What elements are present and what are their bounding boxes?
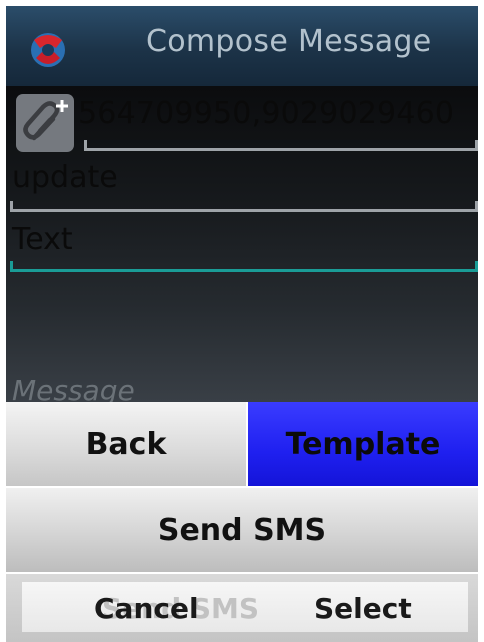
- select-softkey[interactable]: Select: [314, 592, 412, 625]
- compose-area: 564709950,9029029460 update Text Message: [6, 86, 478, 407]
- subject-field[interactable]: update: [12, 160, 118, 195]
- template-option[interactable]: Template: [248, 402, 478, 486]
- paperclip-add-icon: [23, 100, 68, 141]
- recipients-field[interactable]: 564709950,9029029460: [78, 96, 454, 131]
- cancel-softkey[interactable]: Cancel: [94, 592, 199, 625]
- recipients-underline: [84, 140, 478, 151]
- title-bar: Compose Message: [6, 6, 478, 86]
- phone-screen: Compose Message 564709950,9029029460 upd…: [0, 0, 484, 642]
- text-field-underline-focused: [10, 261, 478, 272]
- send-sms-option-label: Send SMS: [157, 512, 327, 548]
- attach-button[interactable]: [16, 94, 74, 152]
- softkey-bar-area: Send SMS Cancel Select: [6, 574, 478, 642]
- template-option-label: Template: [285, 426, 441, 462]
- softkey-bar: Send SMS Cancel Select: [22, 582, 468, 632]
- back-option[interactable]: Back: [6, 402, 246, 486]
- app-logo-icon: [31, 33, 65, 67]
- page-title: Compose Message: [146, 24, 432, 59]
- back-option-label: Back: [85, 426, 167, 462]
- subject-underline: [10, 201, 478, 212]
- options-menu: Back Template Send SMS Send SMS Cancel S…: [6, 402, 478, 642]
- text-field[interactable]: Text: [12, 222, 73, 257]
- send-sms-option[interactable]: Send SMS: [6, 488, 478, 572]
